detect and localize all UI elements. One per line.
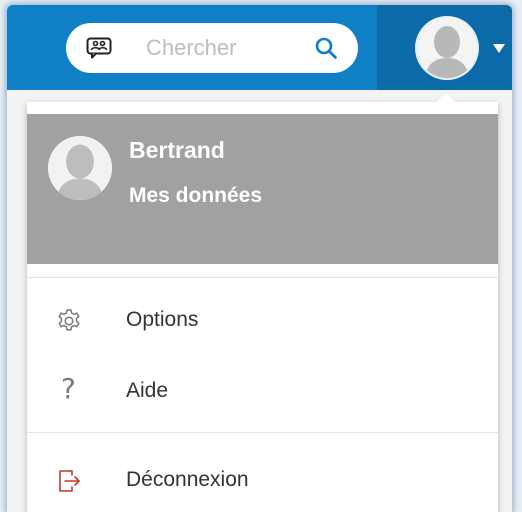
dropdown-pointer: [437, 93, 455, 102]
profile-header: Bertrand Mes données: [27, 114, 498, 264]
my-data-link[interactable]: Mes données: [129, 184, 262, 208]
top-bar: [7, 5, 512, 90]
caret-down-icon[interactable]: [493, 44, 505, 53]
profile-name: Bertrand: [129, 137, 225, 163]
profile-avatar: [48, 136, 112, 200]
menu-item-help[interactable]: ? Aide: [27, 364, 498, 420]
contacts-icon[interactable]: [86, 37, 112, 59]
gear-icon: [58, 309, 80, 331]
menu-item-label: Aide: [126, 379, 169, 402]
search-box[interactable]: [66, 23, 358, 73]
avatar-icon: [417, 18, 477, 78]
logout-icon: [59, 470, 80, 492]
avatar-icon: [48, 136, 112, 200]
app-frame: Bertrand Mes données Options ? Aide: [7, 5, 512, 512]
menu-item-label: Déconnexion: [126, 468, 249, 491]
menu-item-logout[interactable]: Déconnexion: [27, 453, 498, 509]
divider: [27, 432, 498, 433]
menu-item-options[interactable]: Options: [27, 293, 498, 349]
menu-item-label: Options: [126, 308, 199, 331]
search-icon[interactable]: [314, 36, 338, 60]
question-mark-icon: ?: [61, 372, 76, 405]
account-dropdown-menu: Bertrand Mes données Options ? Aide Déco…: [27, 93, 498, 512]
search-input[interactable]: [146, 33, 316, 63]
account-avatar-button[interactable]: [417, 18, 477, 78]
divider: [27, 277, 498, 278]
